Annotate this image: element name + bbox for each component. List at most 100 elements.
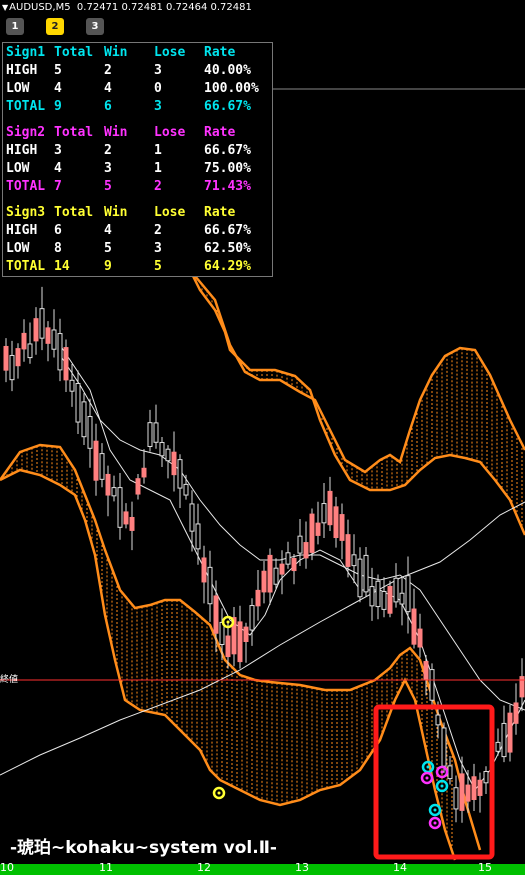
candle-body — [129, 516, 135, 531]
sign1-high-row: HIGH 5 2 3 40.00% — [3, 62, 274, 80]
sign3-star-marker-dot — [226, 620, 230, 624]
chart-title: ▼AUDUSD,M5 0.72471 0.72481 0.72464 0.724… — [2, 2, 252, 13]
candle-body — [345, 534, 351, 567]
rate-value: 62.50% — [204, 241, 251, 256]
sign2-high-row: HIGH 3 2 1 66.67% — [3, 142, 274, 160]
win-value: 4 — [104, 223, 112, 238]
ma-line — [59, 354, 525, 711]
total-value: 8 — [54, 241, 62, 256]
tab-2[interactable]: 2 — [46, 18, 64, 35]
candle-body — [291, 557, 297, 572]
rate-value: 66.67% — [204, 99, 251, 114]
sign3-marker-dot — [217, 791, 221, 795]
sign2-header-row: Sign2 Total Win Lose Rate — [3, 124, 274, 142]
candle-body — [15, 348, 21, 367]
row-label: TOTAL — [6, 99, 46, 114]
candle-body — [195, 523, 201, 550]
lose-value: 1 — [154, 143, 162, 158]
lose-value: 3 — [154, 241, 162, 256]
candle-body — [105, 473, 111, 496]
candle-body — [507, 712, 513, 753]
sign3-label: Sign3 — [6, 205, 46, 220]
sign1-marker-dot — [440, 784, 444, 788]
row-label: TOTAL — [6, 259, 46, 274]
system-watermark: -琥珀~kohaku~system vol.Ⅱ- — [10, 838, 277, 858]
candle-body — [279, 563, 285, 575]
candle-body — [177, 459, 183, 489]
time-label: 15 — [478, 861, 492, 874]
win-value: 5 — [104, 241, 112, 256]
total-value: 4 — [54, 81, 62, 96]
candle-body — [429, 669, 435, 701]
col-lose: Lose — [154, 125, 186, 140]
candle-body — [123, 511, 129, 525]
candle-body — [495, 741, 501, 752]
candle-body — [447, 765, 453, 780]
candle-body — [57, 333, 63, 371]
col-total: Total — [54, 125, 94, 140]
candle-body — [261, 570, 267, 593]
col-win: Win — [104, 205, 128, 220]
total-value: 3 — [54, 143, 62, 158]
sign2-label: Sign2 — [6, 125, 46, 140]
candle-body — [417, 628, 423, 648]
band-line — [189, 269, 525, 474]
tab-3[interactable]: 3 — [86, 18, 104, 35]
sign3-header-row: Sign3 Total Win Lose Rate — [3, 204, 274, 222]
time-label: 10 — [0, 861, 14, 874]
candle-body — [147, 422, 153, 447]
row-label: LOW — [6, 81, 30, 96]
col-lose: Lose — [154, 205, 186, 220]
total-value: 4 — [54, 161, 62, 176]
candle-body — [333, 506, 339, 539]
col-lose: Lose — [154, 45, 186, 60]
tab-1[interactable]: 1 — [6, 18, 24, 35]
sign3-total-row: TOTAL 14 9 5 64.29% — [3, 258, 274, 276]
candle-body — [363, 554, 369, 593]
col-rate: Rate — [204, 45, 236, 60]
candle-body — [117, 487, 123, 528]
candle-body — [39, 308, 45, 339]
candle-body — [423, 661, 429, 680]
win-value: 2 — [104, 63, 112, 78]
rate-value: 75.00% — [204, 161, 251, 176]
candle-body — [327, 490, 333, 526]
total-value: 5 — [54, 63, 62, 78]
dropdown-arrow-icon[interactable]: ▼ — [2, 3, 8, 12]
win-value: 9 — [104, 259, 112, 274]
candle-body — [213, 595, 219, 634]
lose-value: 5 — [154, 259, 162, 274]
candle-body — [309, 513, 315, 553]
candle-body — [285, 552, 291, 565]
sign2-marker-dot — [440, 770, 444, 774]
sign1-total-row: TOTAL 9 6 3 66.67% — [3, 98, 274, 116]
col-win: Win — [104, 45, 128, 60]
sign1-header-row: Sign1 Total Win Lose Rate — [3, 44, 274, 62]
total-value: 6 — [54, 223, 62, 238]
col-rate: Rate — [204, 205, 236, 220]
win-value: 4 — [104, 81, 112, 96]
rate-value: 71.43% — [204, 179, 251, 194]
col-rate: Rate — [204, 125, 236, 140]
total-value: 9 — [54, 99, 62, 114]
time-axis-bar — [0, 864, 525, 875]
lose-value: 0 — [154, 81, 162, 96]
candle-body — [159, 442, 165, 457]
symbol-label: AUDUSD,M5 — [9, 2, 71, 13]
candle-body — [75, 382, 81, 423]
sign1-marker-dot — [433, 808, 437, 812]
candle-body — [435, 714, 441, 726]
rate-value: 100.00% — [204, 81, 259, 96]
candle-body — [99, 453, 105, 480]
lose-value: 2 — [154, 179, 162, 194]
candle-body — [69, 379, 75, 392]
total-value: 7 — [54, 179, 62, 194]
candle-body — [189, 503, 195, 532]
candle-body — [27, 343, 33, 359]
candle-body — [513, 702, 519, 724]
lose-value: 3 — [154, 63, 162, 78]
candle-body — [471, 776, 477, 801]
win-value: 3 — [104, 161, 112, 176]
sign-tabs: 1 2 3 — [6, 18, 104, 35]
close-line-label: 終値 — [0, 675, 19, 685]
